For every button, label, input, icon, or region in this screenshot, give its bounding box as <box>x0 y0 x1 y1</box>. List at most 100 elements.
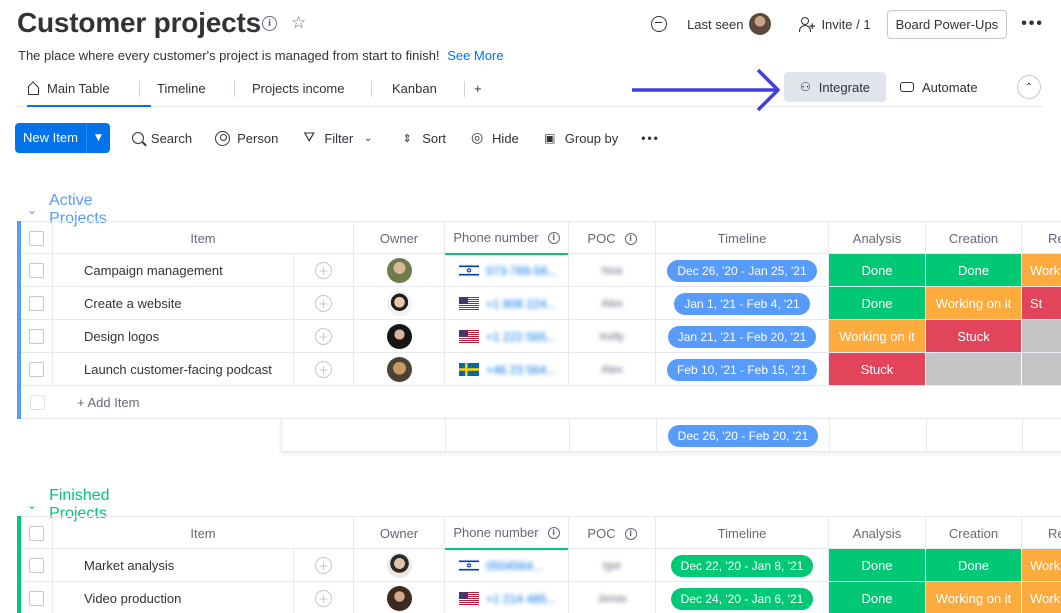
status-creation[interactable]: Done <box>926 254 1022 286</box>
add-update-icon[interactable]: + <box>315 590 332 607</box>
phone-cell[interactable]: +1 214 485... <box>445 582 569 613</box>
timeline-pill[interactable]: Jan 1, '21 - Feb 4, '21 <box>674 292 810 315</box>
info-icon[interactable]: i <box>624 232 637 245</box>
more-toolbar-icon[interactable]: ••• <box>641 131 660 145</box>
see-more-link[interactable]: See More <box>447 48 503 63</box>
phone-number[interactable]: +46 23 564... <box>486 363 556 377</box>
updates-cell[interactable]: + <box>294 582 354 613</box>
owner-cell[interactable] <box>354 320 445 353</box>
status-analysis[interactable]: Done <box>829 287 926 319</box>
status-creation[interactable]: Working on it <box>926 582 1022 613</box>
invite-button[interactable]: + Invite / 1 <box>799 16 871 33</box>
status-re[interactable]: Worki <box>1022 582 1061 613</box>
automate-button[interactable]: Automate <box>900 72 978 102</box>
status-re[interactable]: Worki <box>1022 254 1061 286</box>
column-header-timeline[interactable]: Timeline <box>656 222 829 255</box>
tab-main-table[interactable]: Main Table <box>27 81 151 107</box>
timeline-pill[interactable]: Feb 10, '21 - Feb 15, '21 <box>667 358 817 381</box>
owner-cell[interactable] <box>354 287 445 320</box>
sort-button[interactable]: ⇕ Sort <box>399 131 446 146</box>
new-item-label[interactable]: New Item <box>15 123 86 153</box>
phone-number[interactable]: +1 808 224... <box>486 297 556 311</box>
status-re[interactable]: Worki <box>1022 549 1061 581</box>
status-re[interactable]: St <box>1022 287 1061 319</box>
owner-cell[interactable] <box>354 549 445 582</box>
add-update-icon[interactable]: + <box>315 328 332 345</box>
poc-cell[interactable]: Alex <box>569 353 656 386</box>
page-title[interactable]: Customer projects <box>17 7 261 39</box>
updates-cell[interactable]: + <box>294 254 354 287</box>
column-header-phone[interactable]: Phone number i <box>445 517 569 550</box>
poc-name[interactable]: Igor <box>603 560 622 572</box>
column-header-poc[interactable]: POC i <box>569 517 656 550</box>
timeline-pill[interactable]: Jan 21, '21 - Feb 20, '21 <box>667 325 817 348</box>
owner-avatar[interactable] <box>386 586 412 611</box>
tab-projects-income[interactable]: Projects income <box>252 81 344 107</box>
owner-avatar[interactable] <box>386 291 412 316</box>
owner-avatar[interactable] <box>386 553 412 578</box>
updates-cell[interactable]: + <box>294 353 354 386</box>
collapse-header-button[interactable]: ⌃ <box>1017 75 1041 99</box>
poc-cell[interactable]: Kelly <box>569 320 656 353</box>
status-re[interactable] <box>1022 353 1061 385</box>
filter-button[interactable]: ⛛ Filter ⌄ <box>301 130 376 146</box>
header-checkbox-cell[interactable] <box>21 222 53 255</box>
board-power-ups-button[interactable]: Board Power-Ups <box>886 9 1008 39</box>
add-item-input[interactable]: + Add Item <box>21 386 1061 419</box>
item-name[interactable]: Launch customer-facing podcast <box>84 362 272 377</box>
chevron-down-icon[interactable]: ⌄ <box>27 498 37 512</box>
poc-name[interactable]: Noa <box>602 265 622 277</box>
select-all-checkbox[interactable] <box>29 526 44 541</box>
status-creation[interactable]: Done <box>926 549 1022 581</box>
phone-number[interactable]: +1 222 565... <box>486 330 556 344</box>
item-cell[interactable]: Market analysis <box>53 549 294 582</box>
person-filter-button[interactable]: Person <box>215 130 278 146</box>
row-checkbox[interactable] <box>29 558 44 573</box>
status-creation[interactable]: Working on it <box>926 287 1022 319</box>
phone-cell[interactable]: +1 222 565... <box>445 320 569 353</box>
item-name[interactable]: Create a website <box>84 296 182 311</box>
more-options-icon[interactable]: ••• <box>1021 15 1044 33</box>
status-re[interactable] <box>1022 320 1061 352</box>
info-icon[interactable]: i <box>262 16 277 31</box>
item-name[interactable]: Market analysis <box>84 558 174 573</box>
add-item-row[interactable]: + Add Item <box>21 386 1061 419</box>
poc-name[interactable]: Alex <box>601 298 622 310</box>
add-update-icon[interactable]: + <box>315 557 332 574</box>
item-cell[interactable]: Launch customer-facing podcast <box>53 353 294 386</box>
status-analysis[interactable]: Done <box>829 582 926 613</box>
summary-timeline-pill[interactable]: Dec 26, '20 - Feb 20, '21 <box>667 424 819 447</box>
column-header-poc[interactable]: POC i <box>569 222 656 255</box>
item-cell[interactable]: Design logos <box>53 320 294 353</box>
column-header-creation[interactable]: Creation <box>926 222 1022 255</box>
phone-cell[interactable]: +46 23 564... <box>445 353 569 386</box>
status-analysis[interactable]: Done <box>829 254 926 286</box>
updates-cell[interactable]: + <box>294 549 354 582</box>
activity-icon[interactable] <box>651 16 668 32</box>
column-header-analysis[interactable]: Analysis <box>829 222 926 255</box>
item-name[interactable]: Video production <box>84 591 181 606</box>
row-checkbox[interactable] <box>29 263 44 278</box>
updates-cell[interactable]: + <box>294 320 354 353</box>
column-header-owner[interactable]: Owner <box>354 517 445 550</box>
column-header-timeline[interactable]: Timeline <box>656 517 829 550</box>
updates-cell[interactable]: + <box>294 287 354 320</box>
add-view-button[interactable]: + <box>474 81 482 107</box>
timeline-cell[interactable]: Feb 10, '21 - Feb 15, '21 <box>656 353 829 386</box>
phone-number[interactable]: 073-789-56... <box>486 264 557 278</box>
poc-cell[interactable]: Alex <box>569 287 656 320</box>
row-checkbox[interactable] <box>29 329 44 344</box>
integrate-button[interactable]: ⚇ Integrate <box>784 72 886 102</box>
row-checkbox[interactable] <box>29 296 44 311</box>
header-checkbox-cell[interactable] <box>21 517 53 550</box>
row-checkbox[interactable] <box>29 591 44 606</box>
column-header-item[interactable]: Item <box>53 222 354 255</box>
checkbox-cell[interactable] <box>21 353 53 386</box>
timeline-cell[interactable]: Dec 26, '20 - Jan 25, '21 <box>656 254 829 287</box>
owner-cell[interactable] <box>354 254 445 287</box>
timeline-pill[interactable]: Dec 22, '20 - Jan 8, '21 <box>670 554 814 577</box>
column-header-re[interactable]: Re <box>1022 517 1061 550</box>
last-seen-button[interactable]: Last seen <box>687 13 772 35</box>
phone-cell[interactable]: 073-789-56... <box>445 254 569 287</box>
owner-avatar[interactable] <box>386 357 412 382</box>
